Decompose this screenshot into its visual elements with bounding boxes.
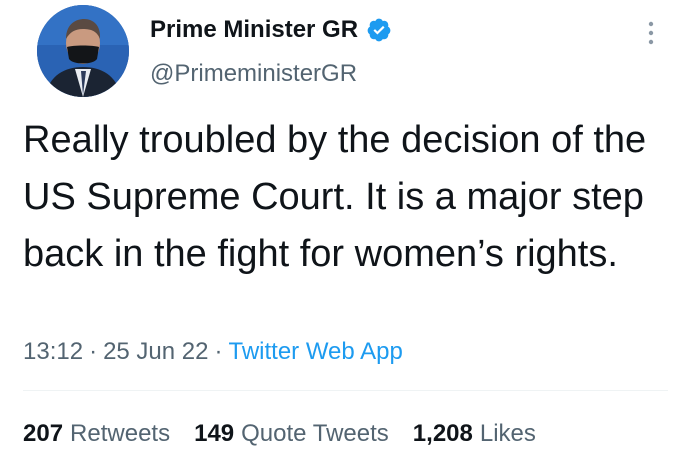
- avatar[interactable]: [37, 5, 129, 97]
- likes-count: 1,208: [412, 420, 473, 447]
- tweet-date[interactable]: 25 Jun 22: [103, 338, 208, 366]
- tweet-meta: 13:12 · 25 Jun 22 · Twitter Web App: [23, 338, 403, 366]
- author-handle[interactable]: @PrimeministerGR: [150, 60, 357, 88]
- retweets-stat[interactable]: 207 Retweets: [23, 420, 170, 448]
- tweet-text: Really troubled by the decision of the U…: [23, 119, 647, 275]
- engagement-stats: 207 Retweets 149 Quote Tweets 1,208 Like…: [23, 420, 536, 448]
- meta-separator: ·: [214, 338, 223, 365]
- meta-separator: ·: [89, 338, 98, 365]
- quote-tweets-count: 149: [194, 420, 235, 447]
- more-options-icon[interactable]: [643, 20, 659, 46]
- retweets-label: Retweets: [70, 420, 171, 447]
- tweet-time[interactable]: 13:12: [23, 338, 83, 366]
- author-name-row[interactable]: Prime Minister GR: [150, 16, 392, 44]
- quote-tweets-label: Quote Tweets: [241, 420, 389, 447]
- likes-label: Likes: [479, 420, 536, 447]
- likes-stat[interactable]: 1,208 Likes: [413, 420, 536, 448]
- quote-tweets-stat[interactable]: 149 Quote Tweets: [194, 420, 389, 448]
- retweets-count: 207: [23, 420, 64, 447]
- display-name[interactable]: Prime Minister GR: [150, 16, 358, 44]
- avatar-photo: [37, 5, 129, 97]
- tweet-source-link[interactable]: Twitter Web App: [228, 338, 402, 366]
- verified-badge-icon: [366, 17, 392, 43]
- divider: [23, 390, 668, 391]
